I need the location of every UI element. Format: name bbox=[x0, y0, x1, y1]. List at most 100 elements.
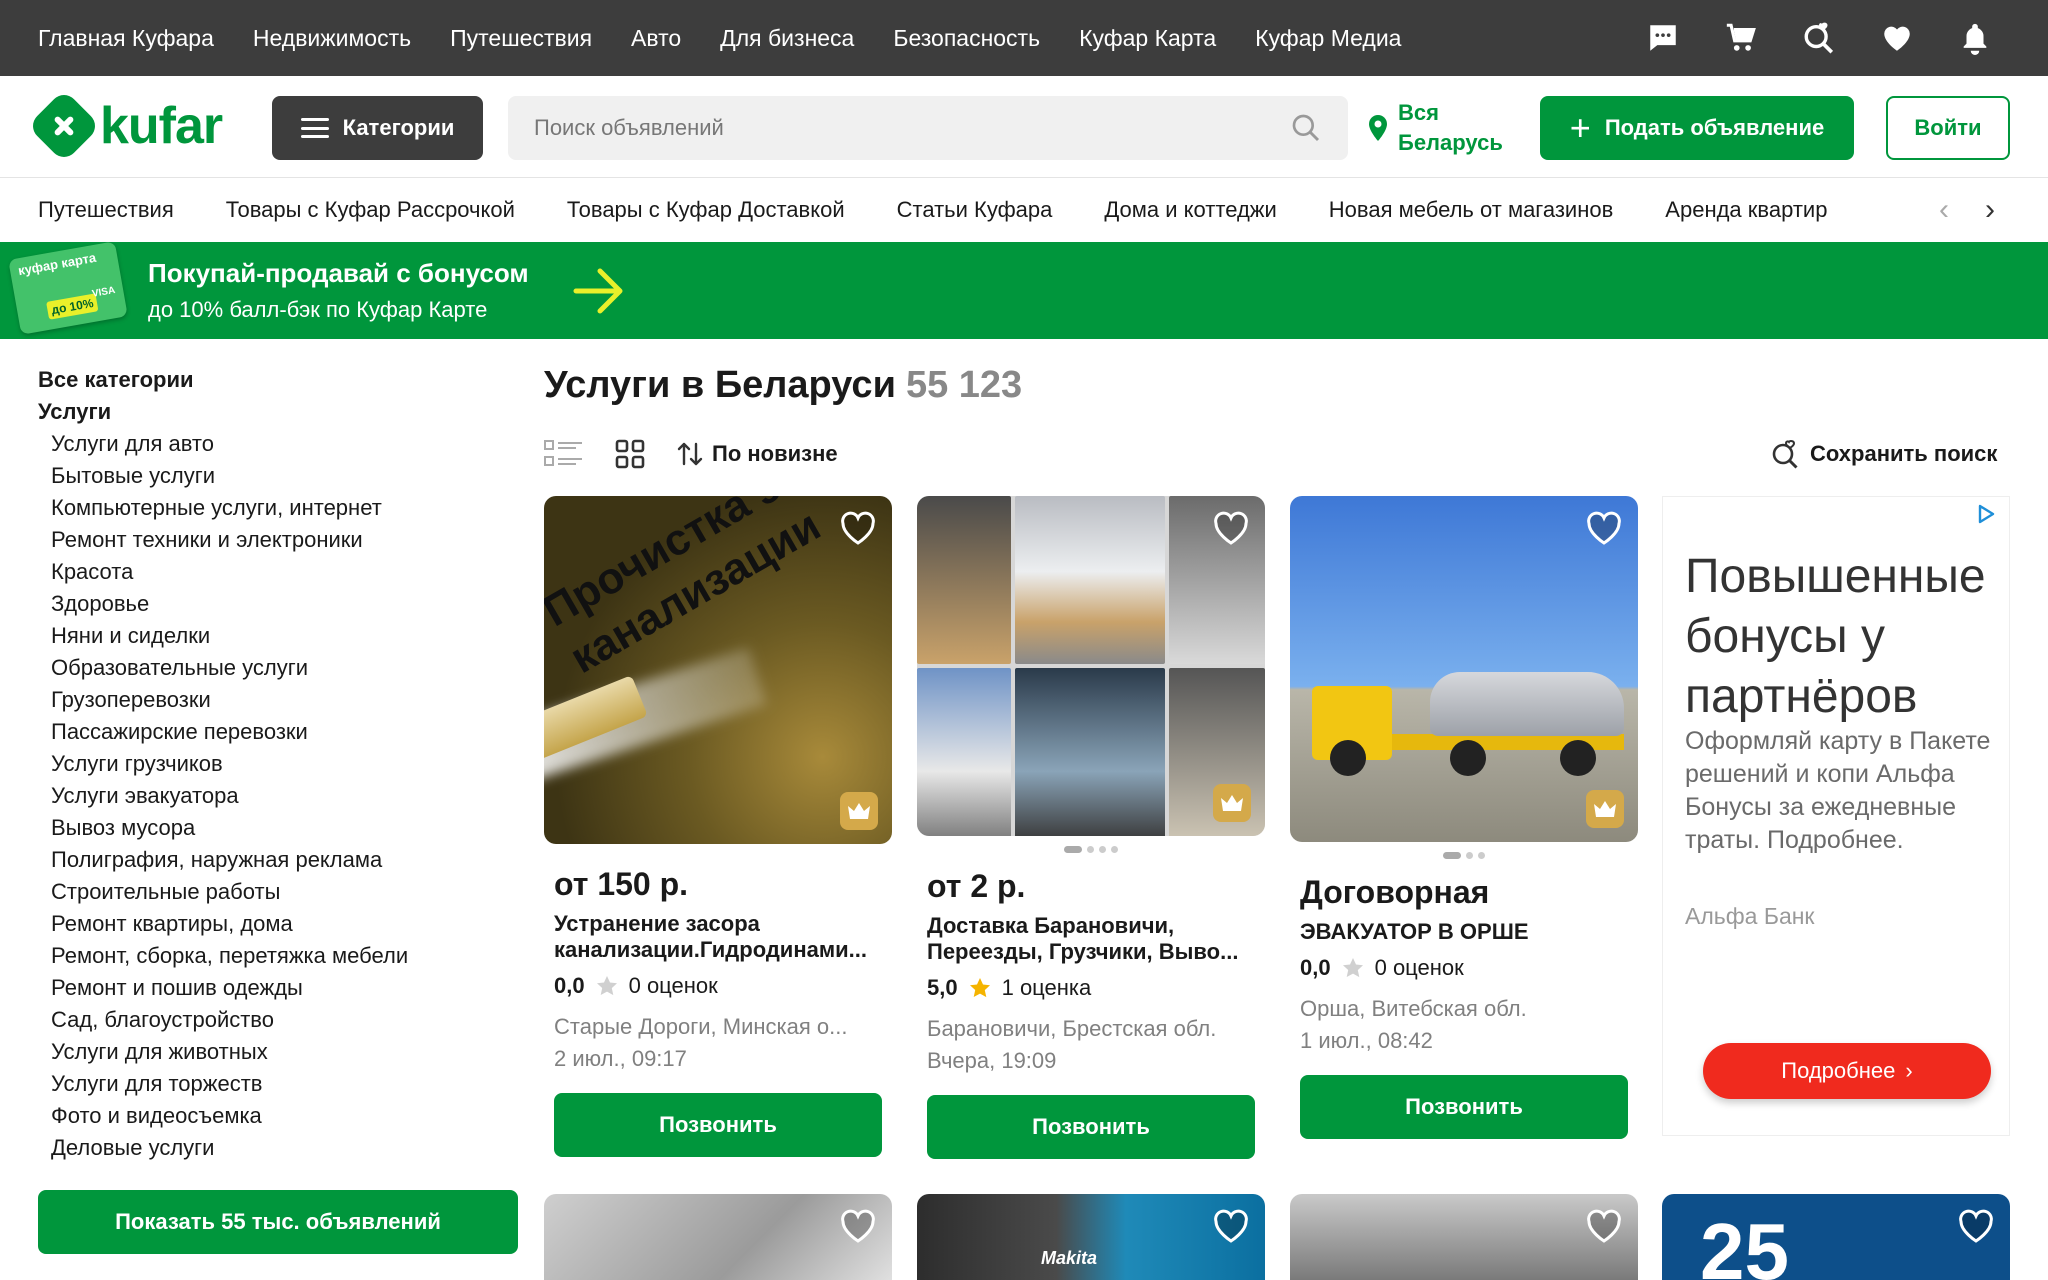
ad-choices-icon[interactable] bbox=[1975, 503, 1997, 525]
sidebar-item[interactable]: Услуги грузчиков bbox=[38, 748, 518, 780]
call-button[interactable]: Позвонить bbox=[554, 1093, 882, 1157]
region-selector[interactable]: Вся Беларусь bbox=[1366, 96, 1508, 160]
listing-photo[interactable]: Makita bbox=[917, 1194, 1265, 1280]
sidebar-item[interactable]: Деловые услуги bbox=[38, 1132, 518, 1164]
sidebar-item[interactable]: Ремонт, сборка, перетяжка мебели bbox=[38, 940, 518, 972]
sidebar-item[interactable]: Фото и видеосъемка bbox=[38, 1100, 518, 1132]
promo-banner[interactable]: куфар карта до 10% VISA Покупай-продавай… bbox=[0, 241, 2048, 339]
sidebar-item[interactable]: Сад, благоустройство bbox=[38, 1004, 518, 1036]
kufar-logo[interactable]: kufar bbox=[27, 89, 223, 163]
topnav-media[interactable]: Куфар Медиа bbox=[1255, 25, 1401, 52]
search-input[interactable] bbox=[534, 115, 1290, 141]
show-results-button[interactable]: Показать 55 тыс. объявлений bbox=[38, 1190, 518, 1254]
categories-label: Категории bbox=[342, 115, 455, 140]
location-pin-icon bbox=[1369, 115, 1387, 141]
sidebar-all-categories[interactable]: Все категории bbox=[38, 364, 518, 396]
topnav-card[interactable]: Куфар Карта bbox=[1079, 25, 1216, 52]
saved-search-icon[interactable] bbox=[1800, 19, 1838, 57]
favorite-heart-icon[interactable] bbox=[836, 506, 880, 550]
categories-button[interactable]: Категории bbox=[272, 96, 483, 160]
sidebar-item[interactable]: Услуги для авто bbox=[38, 428, 518, 460]
sidebar-item[interactable]: Услуги для торжеств bbox=[38, 1068, 518, 1100]
sidebar-item[interactable]: Здоровье bbox=[38, 588, 518, 620]
sidebar-item[interactable]: Грузоперевозки bbox=[38, 684, 518, 716]
favorite-heart-icon[interactable] bbox=[1209, 506, 1253, 550]
page-title: Услуги в Беларуси 55 123 bbox=[544, 364, 1022, 407]
topnav-travel[interactable]: Путешествия bbox=[450, 25, 592, 52]
photo-pagination bbox=[917, 842, 1265, 856]
sidebar-item[interactable]: Строительные работы bbox=[38, 876, 518, 908]
sidebar-item[interactable]: Ремонт квартиры, дома bbox=[38, 908, 518, 940]
favorite-heart-icon[interactable] bbox=[1582, 506, 1626, 550]
quicklink-delivery[interactable]: Товары с Куфар Доставкой bbox=[567, 197, 845, 223]
quicklink-furniture[interactable]: Новая мебель от магазинов bbox=[1329, 197, 1614, 223]
listing-title[interactable]: Устранение засора канализации.Гидродинам… bbox=[554, 911, 882, 963]
quicklink-installment[interactable]: Товары с Куфар Рассрочкой bbox=[226, 197, 515, 223]
chevron-right-icon: › bbox=[1905, 1058, 1913, 1083]
quicklink-rent[interactable]: Аренда квартир bbox=[1665, 197, 1827, 223]
listing-photo[interactable] bbox=[1290, 496, 1638, 842]
topnav-security[interactable]: Безопасность bbox=[893, 25, 1040, 52]
menu-icon bbox=[300, 118, 329, 138]
login-button[interactable]: Войти bbox=[1886, 96, 2010, 160]
listing-rating: 0,0 0 оценок bbox=[554, 973, 718, 998]
search-icon[interactable] bbox=[1290, 112, 1322, 144]
top-bar: Главная Куфара Недвижимость Путешествия … bbox=[0, 0, 2048, 76]
sidebar-item[interactable]: Вывоз мусора bbox=[38, 812, 518, 844]
chevron-right-icon[interactable]: › bbox=[1972, 192, 2008, 228]
listing-card[interactable]: от 2 р. Доставка Барановичи, Переезды, Г… bbox=[917, 496, 1265, 1159]
grid-view-icon[interactable] bbox=[610, 434, 650, 474]
call-button[interactable]: Позвонить bbox=[927, 1095, 1255, 1159]
sort-dropdown[interactable]: По новизне bbox=[676, 440, 838, 468]
listing-photo[interactable] bbox=[1290, 1194, 1638, 1280]
favorite-heart-icon[interactable] bbox=[1582, 1204, 1626, 1248]
sidebar-item[interactable]: Няни и сиделки bbox=[38, 620, 518, 652]
cart-icon[interactable] bbox=[1722, 19, 1760, 57]
page-title-text: Услуги в Беларуси bbox=[544, 364, 896, 406]
sidebar-item[interactable]: Образовательные услуги bbox=[38, 652, 518, 684]
listing-card[interactable]: Договорная ЭВАКУАТОР В ОРШЕ 0,0 0 оценок… bbox=[1290, 496, 1638, 1139]
post-ad-button[interactable]: + Подать объявление bbox=[1540, 96, 1854, 160]
list-view-icon[interactable] bbox=[544, 434, 584, 474]
listing-card[interactable]: Прочистка засора канализации от 150 р. У… bbox=[544, 496, 892, 1157]
sidebar-item[interactable]: Пассажирские перевозки bbox=[38, 716, 518, 748]
favorite-heart-icon[interactable] bbox=[1954, 1204, 1998, 1248]
favorites-heart-icon[interactable] bbox=[1878, 19, 1916, 57]
quicklink-travel[interactable]: Путешествия bbox=[38, 197, 174, 223]
topnav-business[interactable]: Для бизнеса bbox=[720, 25, 854, 52]
sort-label: По новизне bbox=[712, 441, 838, 466]
topnav-home[interactable]: Главная Куфара bbox=[38, 25, 214, 52]
premium-crown-icon bbox=[1586, 790, 1624, 828]
listing-photo[interactable] bbox=[917, 496, 1265, 836]
listing-photo[interactable]: 25 bbox=[1662, 1194, 2010, 1280]
sidebar-item[interactable]: Услуги для животных bbox=[38, 1036, 518, 1068]
call-button[interactable]: Позвонить bbox=[1300, 1075, 1628, 1139]
sidebar-item[interactable]: Полиграфия, наружная реклама bbox=[38, 844, 518, 876]
sidebar-item[interactable]: Бытовые услуги bbox=[38, 460, 518, 492]
sidebar-current-category[interactable]: Услуги bbox=[38, 396, 518, 428]
photo-brand-text: Makita bbox=[1041, 1248, 1098, 1268]
topnav-realty[interactable]: Недвижимость bbox=[253, 25, 411, 52]
sidebar-item[interactable]: Красота bbox=[38, 556, 518, 588]
sidebar-item[interactable]: Ремонт техники и электроники bbox=[38, 524, 518, 556]
listing-title[interactable]: ЭВАКУАТОР В ОРШЕ bbox=[1300, 919, 1628, 945]
chat-icon[interactable] bbox=[1644, 19, 1682, 57]
listing-title[interactable]: Доставка Барановичи, Переезды, Грузчики,… bbox=[927, 913, 1255, 965]
sidebar-item[interactable]: Ремонт и пошив одежды bbox=[38, 972, 518, 1004]
topnav-auto[interactable]: Авто bbox=[631, 25, 681, 52]
chevron-left-icon[interactable]: ‹ bbox=[1926, 192, 1962, 228]
region-label: Вся Беларусь bbox=[1398, 100, 1503, 155]
ad-more-button[interactable]: Подробнее › bbox=[1703, 1043, 1991, 1099]
sidebar-item[interactable]: Услуги эвакуатора bbox=[38, 780, 518, 812]
ad-block[interactable]: Повышенные бонусы у партнёров Оформляй к… bbox=[1662, 496, 2010, 1136]
favorite-heart-icon[interactable] bbox=[1209, 1204, 1253, 1248]
listing-photo[interactable]: Прочистка засора канализации bbox=[544, 496, 892, 844]
save-search-button[interactable]: Сохранить поиск bbox=[1770, 432, 1997, 476]
favorite-heart-icon[interactable] bbox=[836, 1204, 880, 1248]
listing-photo[interactable] bbox=[544, 1194, 892, 1280]
quicklink-houses[interactable]: Дома и коттеджи bbox=[1104, 197, 1276, 223]
sidebar-item[interactable]: Компьютерные услуги, интернет bbox=[38, 492, 518, 524]
bell-icon[interactable] bbox=[1956, 19, 1994, 57]
listing-location: Старые Дороги, Минская о... bbox=[554, 1014, 848, 1039]
quicklink-articles[interactable]: Статьи Куфара bbox=[897, 197, 1053, 223]
